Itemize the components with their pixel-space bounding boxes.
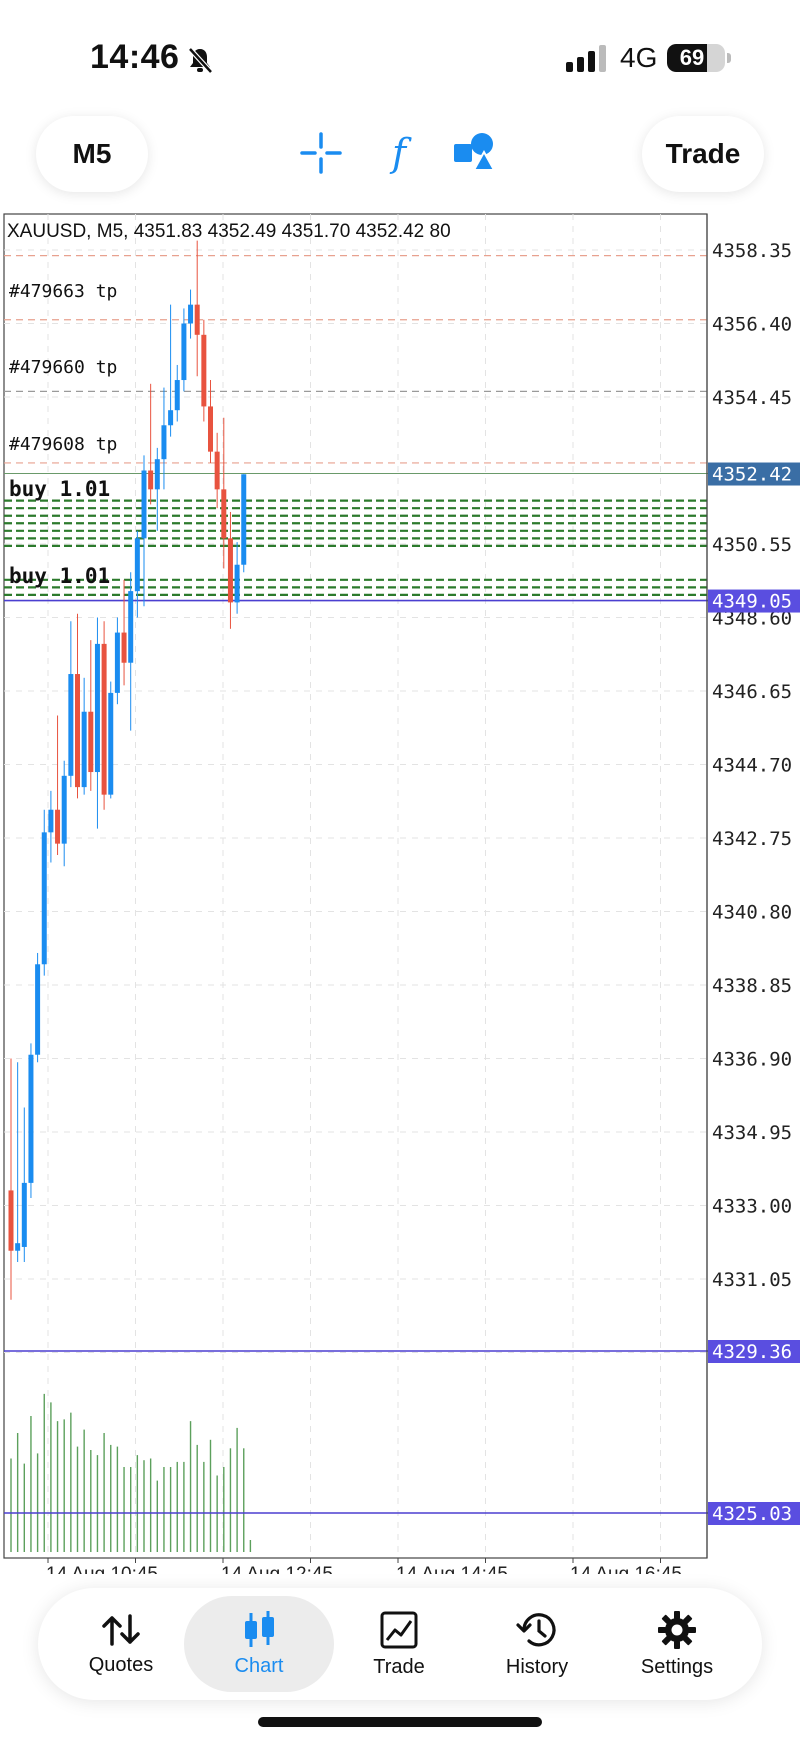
quotes-icon [102, 1613, 140, 1646]
candle-up [188, 304, 194, 324]
nav-history[interactable]: History [462, 1596, 612, 1692]
order-tp-label: #479660 tp [9, 357, 117, 378]
history-icon [516, 1612, 556, 1646]
badge-level-high: 4349.05 [712, 591, 792, 613]
candle-up [154, 459, 160, 490]
chart-toolbar: M5 f Trade [0, 110, 800, 210]
position-label: buy 1.01 [9, 564, 110, 588]
y-axis-label: 4336.90 [712, 1049, 792, 1071]
y-axis-label: 4333.00 [712, 1196, 792, 1218]
candle-down [208, 406, 213, 452]
x-axis-label: 14 Aug 14:45 [396, 1564, 508, 1574]
candle-down [55, 809, 61, 844]
candle-down [121, 632, 127, 663]
candle-down [8, 1190, 14, 1251]
x-axis-label: 14 Aug 16:45 [570, 1564, 682, 1574]
trade-button[interactable]: Trade [642, 116, 764, 192]
y-axis-label: 4331.05 [712, 1269, 792, 1291]
trade-chart-icon [380, 1611, 418, 1648]
function-icon[interactable]: f [376, 130, 422, 176]
y-axis-label: 4344.70 [712, 755, 792, 777]
y-axis-label: 4340.80 [712, 902, 792, 924]
y-axis-label: 4338.85 [712, 975, 792, 997]
chart-canvas[interactable]: XAUUSD, M5, 4351.83 4352.49 4351.70 4352… [0, 212, 800, 1574]
y-axis-label: 4354.45 [712, 387, 792, 409]
x-axis-label: 14 Aug 10:45 [46, 1564, 158, 1574]
candle-up [241, 474, 247, 565]
y-axis-label: 4346.65 [712, 681, 792, 703]
chart-info: XAUUSD, M5, 4351.83 4352.49 4351.70 4352… [7, 221, 451, 242]
nav-quotes-label: Quotes [88, 1653, 154, 1676]
battery-tip [727, 53, 731, 63]
nav-chart[interactable]: Chart [184, 1596, 334, 1692]
status-bar: 14:46 4G 69 [0, 0, 800, 110]
candle-up [21, 1182, 27, 1247]
candle-up [108, 692, 114, 795]
status-time: 14:46 [90, 38, 180, 76]
nav-history-label: History [505, 1655, 569, 1678]
bottom-navigation: Quotes Chart Trade History Settings [38, 1588, 762, 1700]
candle-up [41, 832, 47, 965]
badge-current-price: 4352.42 [712, 464, 792, 486]
nav-trade[interactable]: Trade [324, 1596, 474, 1692]
y-axis-label: 4334.95 [712, 1122, 792, 1144]
candle-up [35, 964, 41, 1055]
candle-up [81, 711, 87, 788]
candle-up [161, 425, 167, 460]
candle-up [28, 1054, 34, 1183]
candle-up [234, 564, 240, 603]
candle-down [214, 451, 220, 490]
candle-up [15, 1243, 21, 1251]
position-label: buy 1.01 [9, 477, 110, 501]
order-tp-label: #479608 tp [9, 434, 117, 455]
battery-icon: 69 [667, 44, 725, 72]
candle-down [221, 489, 227, 539]
y-axis-label: 4350.55 [712, 534, 792, 556]
badge-level-low2: 4325.03 [712, 1503, 792, 1525]
shapes-icon[interactable] [452, 130, 498, 176]
badge-level-low1: 4329.36 [712, 1341, 792, 1363]
y-axis-label: 4342.75 [712, 828, 792, 850]
candle-up [134, 538, 140, 592]
chart-candles-icon [245, 1610, 274, 1647]
plot-frame [3, 213, 708, 1559]
price-chart[interactable]: XAUUSD, M5, 4351.83 4352.49 4351.70 4352… [0, 212, 800, 1574]
candle-up [174, 380, 180, 411]
candle-up [168, 410, 174, 426]
nav-quotes[interactable]: Quotes [46, 1596, 196, 1692]
candle-up [48, 809, 54, 833]
nav-settings[interactable]: Settings [602, 1596, 752, 1692]
candle-down [148, 470, 154, 490]
candle-up [68, 674, 74, 776]
candle-down [101, 643, 107, 795]
candle-down [227, 538, 233, 603]
bell-muted-icon [188, 47, 213, 74]
nav-chart-label: Chart [234, 1654, 284, 1677]
battery-percent: 69 [679, 45, 705, 70]
nav-settings-label: Settings [640, 1655, 714, 1678]
gear-icon [658, 1610, 696, 1649]
candle-up [181, 323, 187, 381]
order-tp-label: #479663 tp [9, 281, 117, 302]
candle-down [88, 711, 94, 773]
nav-trade-label: Trade [373, 1655, 425, 1678]
y-axis-label: 4356.40 [712, 314, 792, 336]
candle-up [141, 470, 147, 539]
candle-up [94, 643, 100, 773]
home-indicator [258, 1717, 542, 1727]
svg-text:f: f [389, 131, 412, 175]
candle-up [114, 632, 120, 693]
candle-down [75, 674, 80, 788]
signal-icon [566, 45, 606, 72]
x-axis-label: 14 Aug 12:45 [221, 1564, 333, 1574]
network-type: 4G [620, 42, 658, 73]
candle-up [128, 591, 134, 663]
candle-down [201, 334, 207, 407]
y-axis-label: 4358.35 [712, 240, 792, 262]
candle-up [61, 775, 67, 844]
timeframe-button[interactable]: M5 [36, 116, 148, 192]
candle-down [194, 304, 200, 335]
crosshair-icon[interactable] [298, 130, 344, 176]
